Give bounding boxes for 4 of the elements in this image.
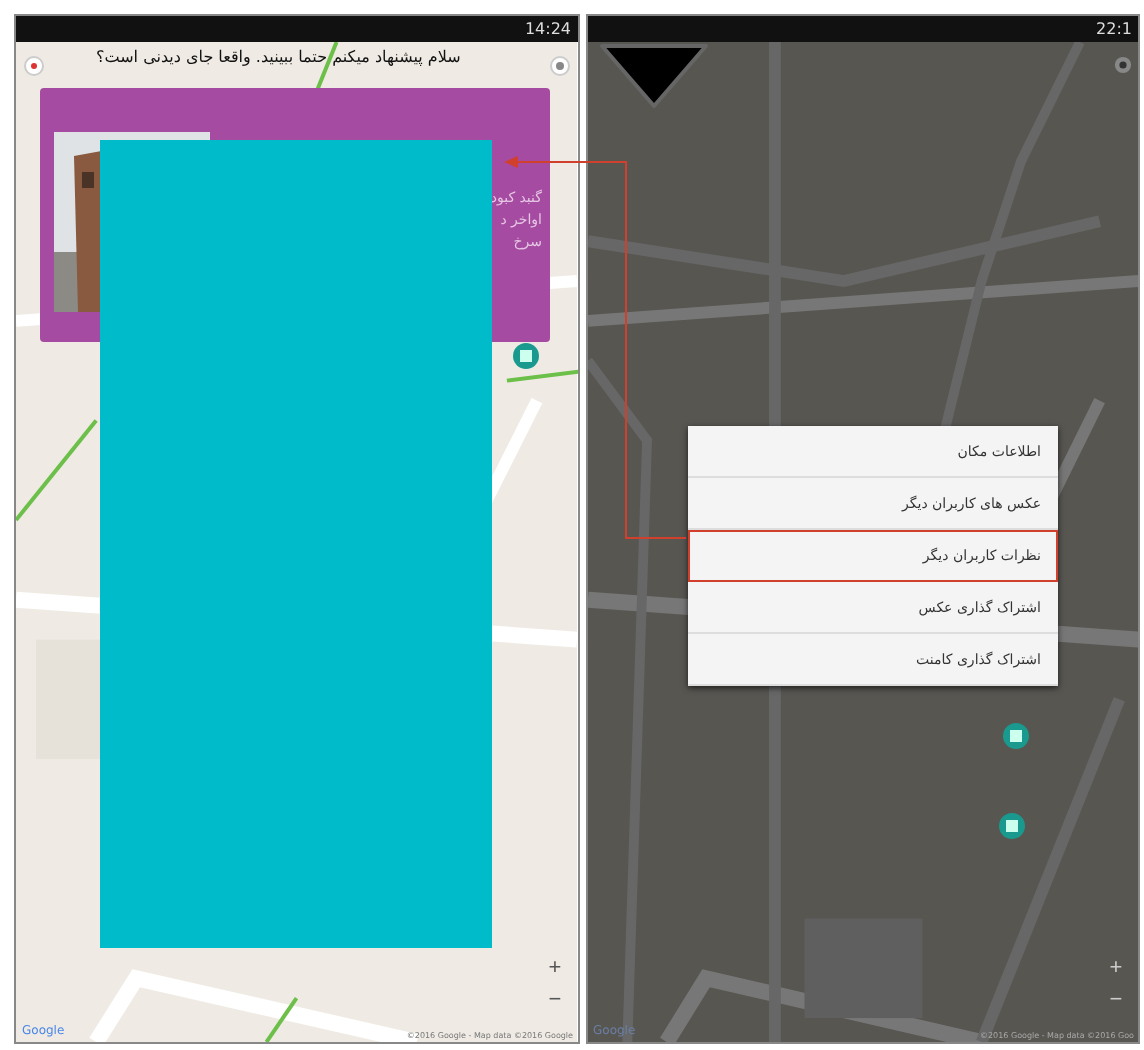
- status-time: 22:1: [1096, 20, 1132, 38]
- zoom-in-button[interactable]: +: [1102, 954, 1130, 982]
- status-time: 14:24: [524, 20, 571, 38]
- zoom-out-button[interactable]: −: [1102, 986, 1130, 1014]
